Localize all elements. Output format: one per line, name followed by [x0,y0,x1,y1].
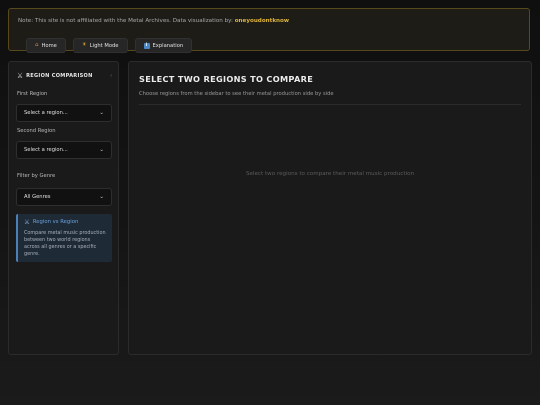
crossed-swords-icon: ⚔ [17,71,24,81]
first-region-select[interactable]: Select a region... ⌄ [16,104,112,122]
divider [139,104,521,105]
main-panel: SELECT TWO REGIONS TO COMPARE Choose reg… [128,61,532,355]
collapse-icon[interactable]: ‹ [110,73,112,79]
sidebar: ⚔ REGION COMPARISON ‹ First Region Selec… [8,61,119,355]
chevron-down-icon: ⌄ [99,194,104,200]
page-title: SELECT TWO REGIONS TO COMPARE [139,74,314,84]
chevron-down-icon: ⌄ [99,110,104,116]
chevron-down-icon: ⌄ [99,147,104,153]
light-mode-button[interactable]: ☀ Light Mode [72,38,128,53]
second-region-select[interactable]: Select a region... ⌄ [16,141,112,159]
info-box-text: Compare metal music production between t… [24,229,106,257]
info-box: ⚔ Region vs Region Compare metal music p… [16,214,112,262]
home-icon: ⌂ [35,41,39,48]
sidebar-title: REGION COMPARISON [26,73,93,79]
page-subtitle: Choose regions from the sidebar to see t… [139,91,334,97]
sidebar-header[interactable]: ⚔ REGION COMPARISON ‹ [17,70,112,82]
home-button[interactable]: ⌂ Home [26,38,66,53]
author-link[interactable]: oneyoudontknow [235,18,289,24]
top-nav: ⌂ Home ☀ Light Mode i Explanation [26,38,193,53]
info-icon: i [143,42,150,49]
sun-icon: ☀ [81,41,87,48]
second-region-label: Second Region [17,128,56,134]
disclaimer-banner: Note: This site is not affiliated with t… [8,8,530,53]
first-region-label: First Region [17,91,48,97]
genre-filter-select[interactable]: All Genres ⌄ [16,188,112,206]
explanation-button[interactable]: i Explanation [134,38,193,53]
empty-state-message: Select two regions to compare their meta… [245,171,415,177]
genre-filter-label: Filter by Genre [17,173,56,179]
crossed-swords-icon: ⚔ [24,218,30,226]
info-box-title: ⚔ Region vs Region [24,218,79,226]
disclaimer-text: Note: This site is not affiliated with t… [18,18,290,24]
